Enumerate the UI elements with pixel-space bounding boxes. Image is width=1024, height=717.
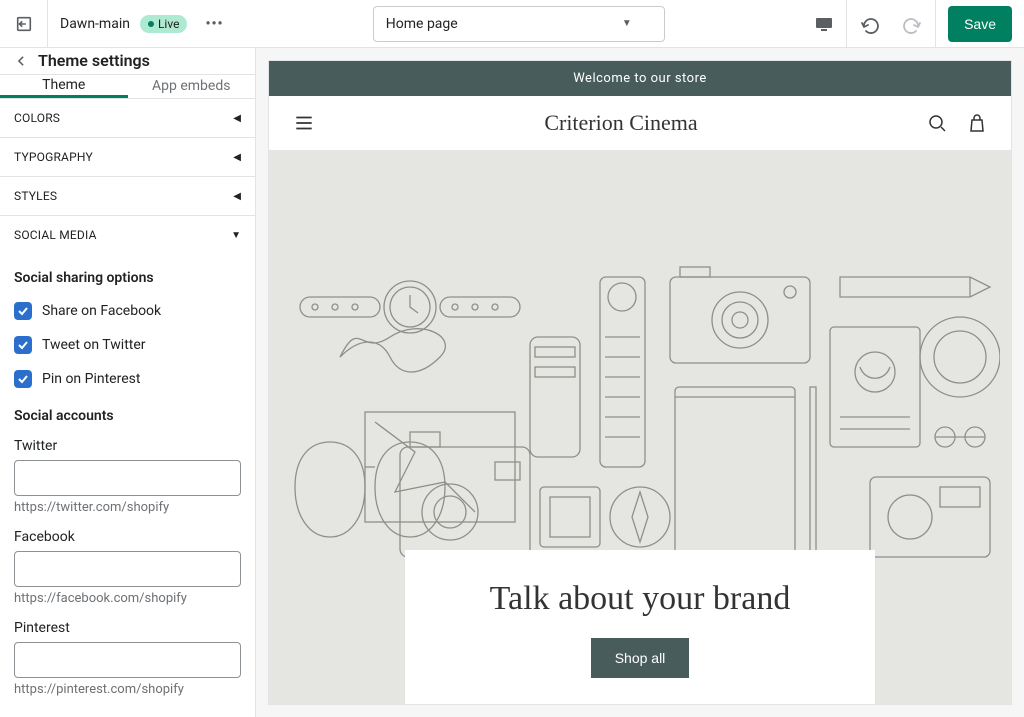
status-badge: Live: [140, 15, 187, 33]
section-styles[interactable]: STYLES ◀: [0, 177, 255, 216]
pinterest-label: Pinterest: [14, 620, 241, 636]
check-icon: [17, 305, 29, 317]
tweet-twitter-checkbox[interactable]: Tweet on Twitter: [14, 336, 241, 354]
caret-down-icon: ▼: [231, 230, 241, 241]
pin-pinterest-checkbox[interactable]: Pin on Pinterest: [14, 370, 241, 388]
pinterest-hint: https://pinterest.com/shopify: [14, 682, 241, 697]
tab-theme[interactable]: Theme: [0, 75, 128, 98]
hero-heading: Talk about your brand: [465, 580, 815, 618]
share-facebook-checkbox[interactable]: Share on Facebook: [14, 302, 241, 320]
twitter-hint: https://twitter.com/shopify: [14, 500, 241, 515]
store-name: Criterion Cinema: [315, 110, 927, 136]
social-sharing-heading: Social sharing options: [14, 270, 241, 286]
check-icon: [17, 339, 29, 351]
facebook-input[interactable]: [14, 551, 241, 587]
top-bar: Dawn-main Live ••• Home page ▼ Save: [0, 0, 1024, 48]
search-button[interactable]: [927, 113, 947, 133]
announcement-bar: Welcome to our store: [269, 61, 1011, 96]
page-selector[interactable]: Home page ▼: [373, 6, 665, 42]
more-actions-button[interactable]: •••: [205, 16, 223, 32]
exit-icon: [15, 15, 33, 33]
section-typography[interactable]: TYPOGRAPHY ◀: [0, 138, 255, 177]
check-icon: [17, 373, 29, 385]
viewport-desktop-button[interactable]: [802, 0, 846, 48]
sidebar-title: Theme settings: [38, 51, 150, 70]
save-button[interactable]: Save: [948, 6, 1012, 42]
twitter-input[interactable]: [14, 460, 241, 496]
tab-app-embeds[interactable]: App embeds: [128, 75, 256, 98]
redo-icon: [903, 14, 923, 34]
bag-icon: [967, 113, 987, 133]
caret-left-icon: ◀: [233, 113, 241, 124]
twitter-label: Twitter: [14, 438, 241, 454]
caret-left-icon: ◀: [233, 152, 241, 163]
redo-button[interactable]: [891, 0, 935, 48]
chevron-left-icon: [14, 54, 28, 68]
desktop-icon: [814, 14, 834, 34]
pinterest-input[interactable]: [14, 642, 241, 678]
exit-editor-button[interactable]: [0, 0, 48, 48]
menu-button[interactable]: [293, 112, 315, 134]
section-social-media[interactable]: SOCIAL MEDIA ▼: [0, 216, 255, 254]
store-header: Criterion Cinema: [269, 96, 1011, 150]
search-icon: [927, 113, 947, 133]
preview-frame: Welcome to our store Criterion Cinema: [268, 60, 1012, 705]
hero-card: Talk about your brand Shop all: [405, 550, 875, 704]
undo-icon: [859, 14, 879, 34]
cart-button[interactable]: [967, 113, 987, 133]
undo-button[interactable]: [847, 0, 891, 48]
theme-name: Dawn-main: [60, 16, 130, 32]
chevron-down-icon: ▼: [622, 18, 632, 29]
theme-info: Dawn-main Live •••: [48, 15, 236, 33]
social-accounts-heading: Social accounts: [14, 408, 241, 424]
section-colors[interactable]: COLORS ◀: [0, 99, 255, 138]
hamburger-icon: [293, 112, 315, 134]
caret-left-icon: ◀: [233, 191, 241, 202]
facebook-hint: https://facebook.com/shopify: [14, 591, 241, 606]
facebook-label: Facebook: [14, 529, 241, 545]
hero-section: Talk about your brand Shop all: [269, 150, 1011, 704]
shop-all-button[interactable]: Shop all: [591, 638, 690, 678]
back-button[interactable]: [14, 54, 28, 68]
settings-sidebar: Theme settings Theme App embeds COLORS ◀…: [0, 48, 256, 717]
preview-pane: Welcome to our store Criterion Cinema: [256, 48, 1024, 717]
